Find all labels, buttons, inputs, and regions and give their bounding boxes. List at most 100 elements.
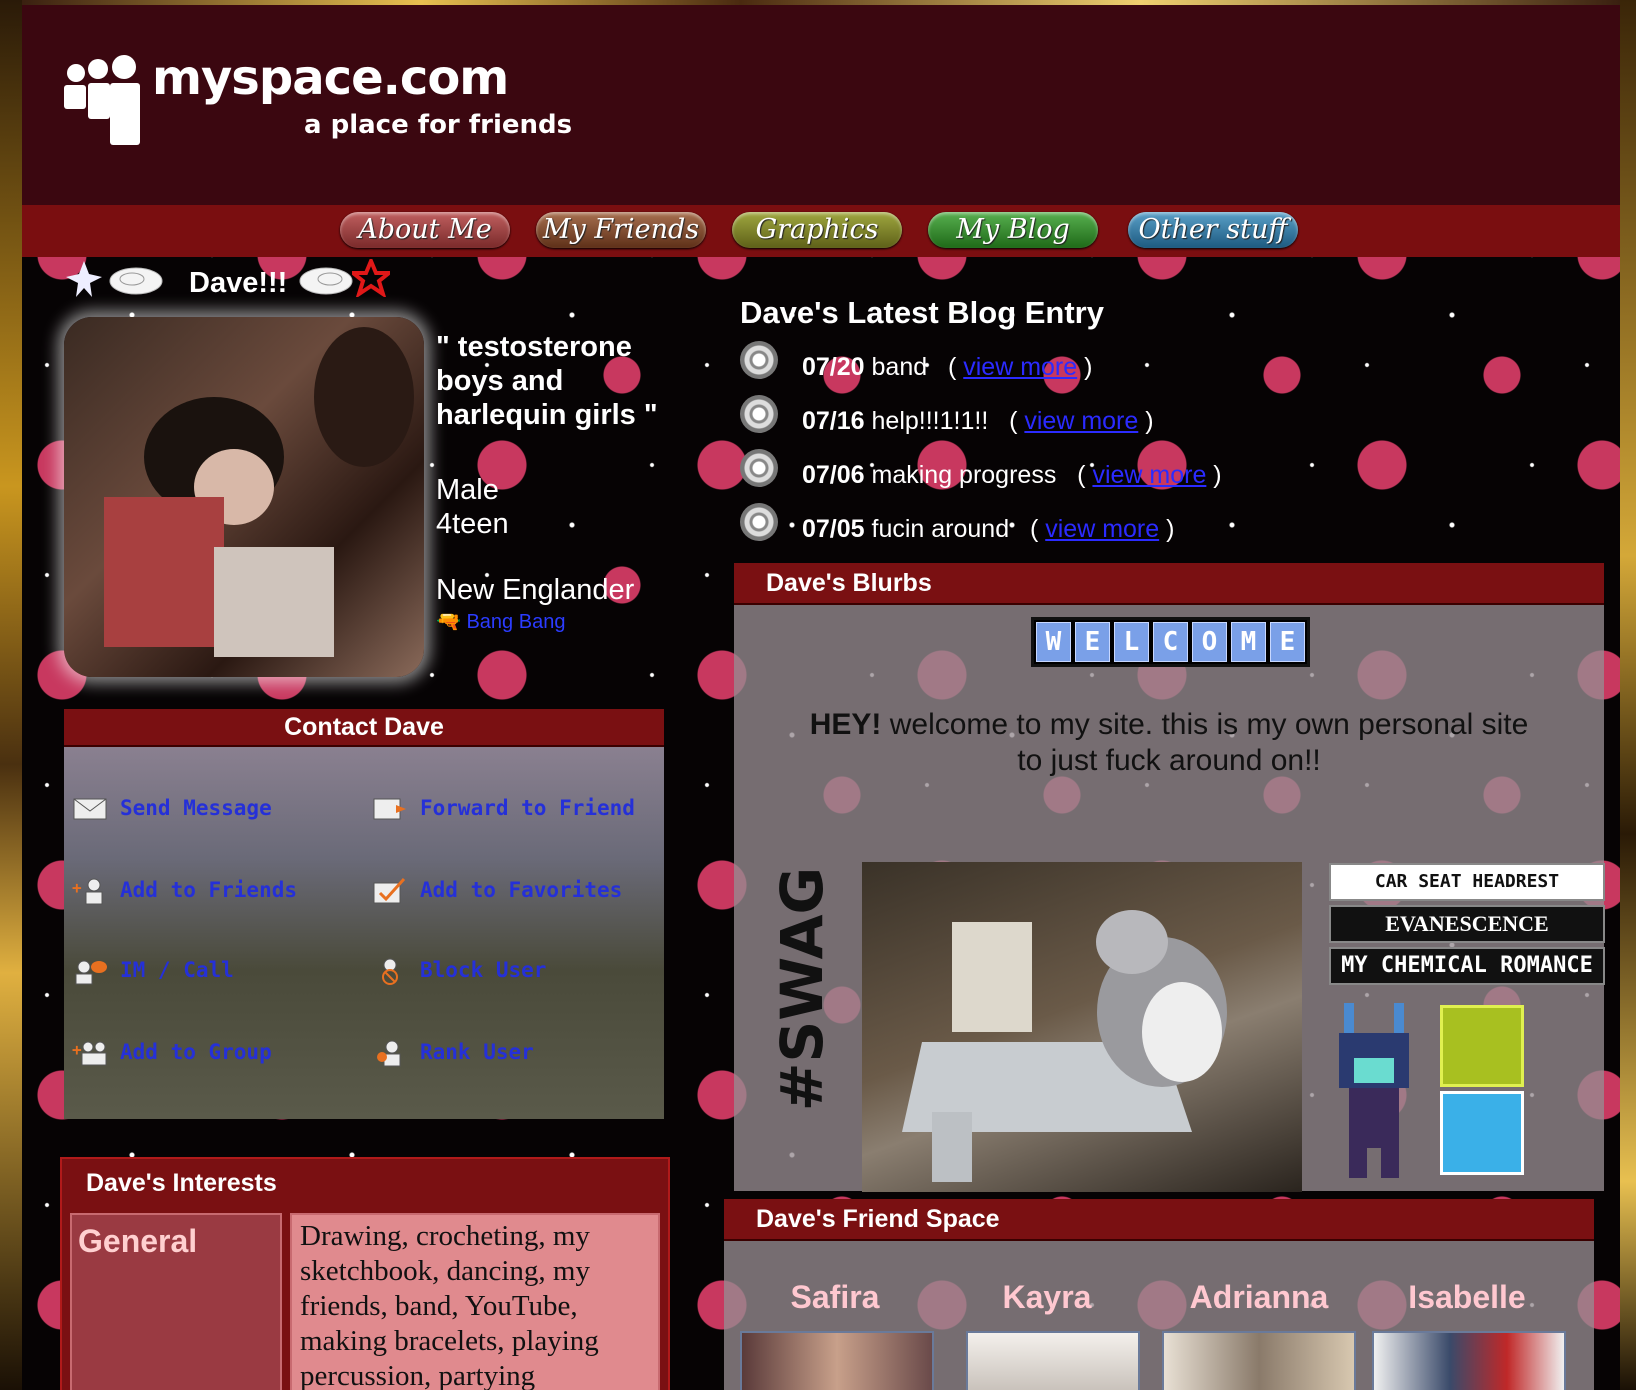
add-to-group-button[interactable]: + Add to Group [72, 1039, 272, 1067]
swag-label: #SWAG [768, 866, 836, 1112]
nav-graphics[interactable]: Graphics [732, 212, 902, 248]
profile-photo[interactable] [64, 317, 424, 677]
im-call-button[interactable]: IM / Call [72, 957, 234, 985]
profile-page: myspace.com a place for friends About Me… [22, 5, 1620, 1390]
svg-text:+: + [72, 1040, 82, 1059]
contact-box: Contact Dave Send Message Forward to Fri… [64, 709, 664, 1119]
profile-details: Male 4teen New Englander [436, 473, 634, 607]
blog-entry-title: band [871, 353, 928, 381]
myspace-logo[interactable]: myspace.com a place for friends [64, 50, 572, 150]
band-button-my-chemical-romance[interactable]: MY CHEMICAL ROMANCE [1329, 947, 1605, 985]
block-user-label: Block User [420, 958, 547, 982]
star-icon [352, 259, 390, 297]
blog-view-more-link[interactable]: view more [1092, 461, 1206, 489]
pixel-character-sprite [1339, 1003, 1409, 1178]
gun-icon: 🔫 [436, 611, 461, 633]
chat-bubble-icon [72, 957, 108, 985]
blurbs-body: W E L C O M E HEY! welcome to my site. t… [734, 605, 1605, 1192]
blog-box: Dave's Latest Blog Entry 07/20 band ( vi… [740, 295, 1600, 553]
add-to-favorites-label: Add to Favorites [420, 878, 623, 902]
nav-my-friends[interactable]: My Friends [536, 212, 706, 248]
friend-space-body: Safira Kayra Adrianna Isabelle [724, 1241, 1594, 1390]
interests-value: Drawing, crocheting, my sketchbook, danc… [290, 1213, 660, 1390]
alien-sticker [1440, 1005, 1524, 1087]
band-button-car-seat-headrest[interactable]: CAR SEAT HEADREST [1329, 863, 1605, 901]
rank-user-label: Rank User [420, 1040, 534, 1064]
welcome-letter: E [1075, 622, 1110, 662]
blurb-message: HEY! welcome to my site. this is my own … [794, 707, 1544, 779]
profile-headline: " testosterone boys and harlequin girls … [436, 331, 658, 431]
welcome-letter: C [1153, 622, 1188, 662]
add-to-friends-label: Add to Friends [120, 878, 298, 902]
forward-envelope-icon [372, 795, 408, 823]
logo-tagline: a place for friends [304, 110, 573, 140]
profile-name: Dave!!! [189, 267, 288, 299]
logo-wordmark: myspace.com [152, 50, 509, 106]
add-friend-icon: + [72, 877, 108, 905]
contact-body: Send Message Forward to Friend + Add to F… [64, 747, 664, 1119]
angel-wing-icon [109, 267, 163, 295]
blog-view-more-link[interactable]: view more [963, 353, 1077, 381]
blurb-message-text: welcome to my site. this is my own perso… [881, 708, 1529, 777]
blog-bullet-icon [740, 503, 778, 541]
swag-text: #SWAG [762, 850, 838, 1130]
friend-photo-safira[interactable] [740, 1331, 934, 1390]
profile-name-row: Dave!!! [64, 255, 484, 305]
blog-view-more-link[interactable]: view more [1045, 515, 1159, 543]
welcome-letter: L [1114, 622, 1149, 662]
add-to-favorites-button[interactable]: Add to Favorites [372, 877, 622, 905]
cartoon-sticker [1440, 1091, 1524, 1175]
send-message-label: Send Message [120, 796, 272, 820]
block-user-button[interactable]: Block User [372, 957, 546, 985]
cat-computer-image [862, 862, 1302, 1192]
blurbs-title: Dave's Blurbs [734, 563, 1604, 605]
welcome-letter: O [1192, 622, 1227, 662]
forward-to-friend-label: Forward to Friend [420, 796, 635, 820]
add-to-group-label: Add to Group [120, 1040, 272, 1064]
group-icon: + [72, 1039, 108, 1067]
envelope-icon [72, 795, 108, 823]
profile-age: 4teen [436, 508, 509, 540]
profile-photo-image [104, 327, 414, 657]
nav-other-stuff[interactable]: Other stuff [1128, 212, 1298, 248]
block-icon [372, 957, 408, 985]
friend-photo-kayra[interactable] [966, 1331, 1140, 1390]
profile-mood: 🔫 Bang Bang [436, 609, 565, 634]
blog-entry: 07/05 fucin around ( view more ) [740, 499, 1600, 553]
interests-category: General [70, 1213, 282, 1390]
blurbs-box: Dave's Blurbs W E L C O M E HEY! welcome… [734, 563, 1605, 1192]
nav-bar: About Me My Friends Graphics My Blog Oth… [22, 205, 1620, 257]
friend-photo-adrianna[interactable] [1162, 1331, 1356, 1390]
rank-user-button[interactable]: Rank User [372, 1039, 534, 1067]
friend-photo-isabelle[interactable] [1372, 1331, 1566, 1390]
profile-location: New Englander [436, 574, 635, 606]
blog-entry: 07/06 making progress ( view more ) [740, 445, 1600, 499]
blog-entry: 07/16 help!!!1!1!! ( view more ) [740, 391, 1600, 445]
welcome-letter: W [1036, 622, 1071, 662]
friend-name-kayra[interactable]: Kayra [942, 1279, 1152, 1316]
sparkle-icon [66, 261, 102, 297]
blurb-message-bold: HEY! [809, 708, 882, 741]
nav-my-blog[interactable]: My Blog [928, 212, 1098, 248]
site-header: myspace.com a place for friends [22, 5, 1620, 205]
blog-entry-date: 07/20 [802, 353, 865, 381]
send-message-button[interactable]: Send Message [72, 795, 272, 823]
add-to-friends-button[interactable]: + Add to Friends [72, 877, 297, 905]
background-left-border [0, 0, 22, 1390]
friend-name-safira[interactable]: Safira [730, 1279, 940, 1316]
band-button-evanescence[interactable]: EVANESCENCE [1329, 905, 1605, 943]
nav-about-me[interactable]: About Me [340, 212, 510, 248]
profile-gender: Male [436, 474, 499, 506]
blog-entry-title: fucin around [871, 515, 1010, 543]
blog-entry-date: 07/16 [802, 407, 865, 435]
angel-wing-icon [299, 267, 353, 295]
blog-entry-title: making progress [871, 461, 1057, 489]
blog-view-more-link[interactable]: view more [1024, 407, 1138, 435]
welcome-letter: E [1270, 622, 1305, 662]
welcome-letter: M [1231, 622, 1266, 662]
blog-entry-date: 07/06 [802, 461, 865, 489]
friend-name-isabelle[interactable]: Isabelle [1362, 1279, 1572, 1316]
forward-to-friend-button[interactable]: Forward to Friend [372, 795, 635, 823]
friend-name-adrianna[interactable]: Adrianna [1154, 1279, 1364, 1316]
